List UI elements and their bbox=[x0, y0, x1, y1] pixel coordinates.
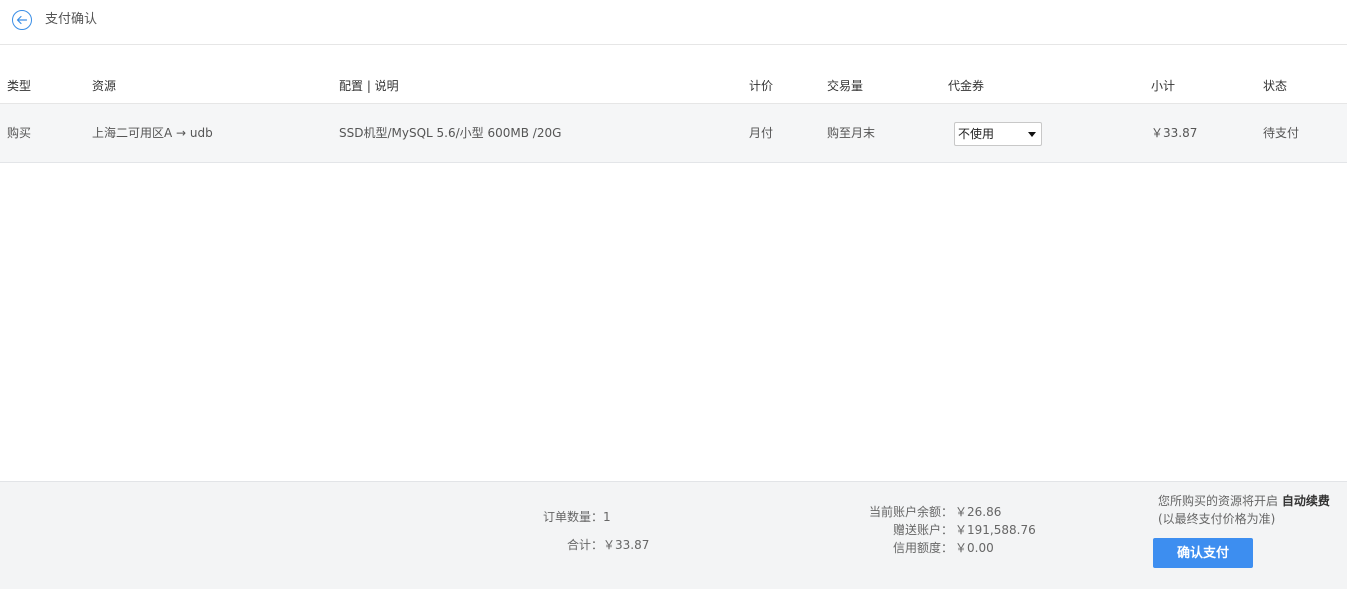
caret-down-icon bbox=[1028, 132, 1036, 137]
auto-renew-sub: (以最终支付价格为准) bbox=[1158, 512, 1276, 526]
total-label: 合计： bbox=[567, 538, 604, 552]
balance-value: ￥26.86 bbox=[955, 505, 1002, 519]
arrow-left-icon bbox=[16, 15, 28, 25]
cell-pricing: 月付 bbox=[749, 126, 774, 140]
balance-label: 当前账户余额： bbox=[868, 505, 953, 519]
payment-footer: 订单数量：1 合计：￥33.87 当前账户余额： ￥26.86 赠送账户： ￥1… bbox=[0, 481, 1347, 589]
page-header: 支付确认 bbox=[0, 0, 1347, 45]
auto-renew-prefix: 您所购买的资源将开启 bbox=[1158, 494, 1282, 508]
total-value: ￥33.87 bbox=[603, 538, 650, 552]
header-subtotal: 小计 bbox=[1151, 79, 1176, 93]
auto-renew-emphasis: 自动续费 bbox=[1281, 494, 1330, 508]
cell-status: 待支付 bbox=[1263, 126, 1300, 140]
table-row: 购买 上海二可用区A → udb SSD机型/MySQL 5.6/小型 600M… bbox=[0, 104, 1347, 163]
credit-label: 信用额度： bbox=[892, 541, 953, 555]
table-header: 类型 资源 配置 | 说明 计价 交易量 代金券 小计 状态 bbox=[0, 68, 1347, 104]
confirm-pay-button[interactable]: 确认支付 bbox=[1153, 538, 1253, 568]
order-table: 类型 资源 配置 | 说明 计价 交易量 代金券 小计 状态 购买 上海二可用区… bbox=[0, 68, 1347, 163]
header-coupon: 代金券 bbox=[948, 79, 985, 93]
header-config: 配置 | 说明 bbox=[339, 79, 399, 93]
back-button[interactable] bbox=[12, 10, 32, 30]
order-count: 订单数量：1 bbox=[543, 510, 611, 524]
cell-resource: 上海二可用区A → udb bbox=[92, 126, 213, 140]
order-count-value: 1 bbox=[603, 510, 611, 524]
coupon-select-value: 不使用 bbox=[958, 127, 995, 141]
auto-renew-note: 您所购买的资源将开启 自动续费 bbox=[1158, 494, 1330, 508]
order-total: 合计：￥33.87 bbox=[567, 538, 649, 552]
header-status: 状态 bbox=[1263, 79, 1288, 93]
cell-type: 购买 bbox=[7, 126, 32, 140]
header-quantity: 交易量 bbox=[827, 79, 864, 93]
gift-value: ￥191,588.76 bbox=[955, 523, 1036, 537]
cell-quantity: 购至月末 bbox=[827, 126, 876, 140]
coupon-select[interactable]: 不使用 bbox=[954, 122, 1042, 146]
cell-config: SSD机型/MySQL 5.6/小型 600MB /20G bbox=[339, 126, 562, 140]
credit-value: ￥0.00 bbox=[955, 541, 994, 555]
header-type: 类型 bbox=[7, 79, 32, 93]
header-pricing: 计价 bbox=[749, 79, 774, 93]
page-title: 支付确认 bbox=[45, 12, 98, 27]
cell-subtotal: ￥33.87 bbox=[1151, 126, 1198, 140]
gift-label: 赠送账户： bbox=[892, 523, 953, 537]
order-count-label: 订单数量： bbox=[543, 510, 604, 524]
header-resource: 资源 bbox=[92, 79, 117, 93]
